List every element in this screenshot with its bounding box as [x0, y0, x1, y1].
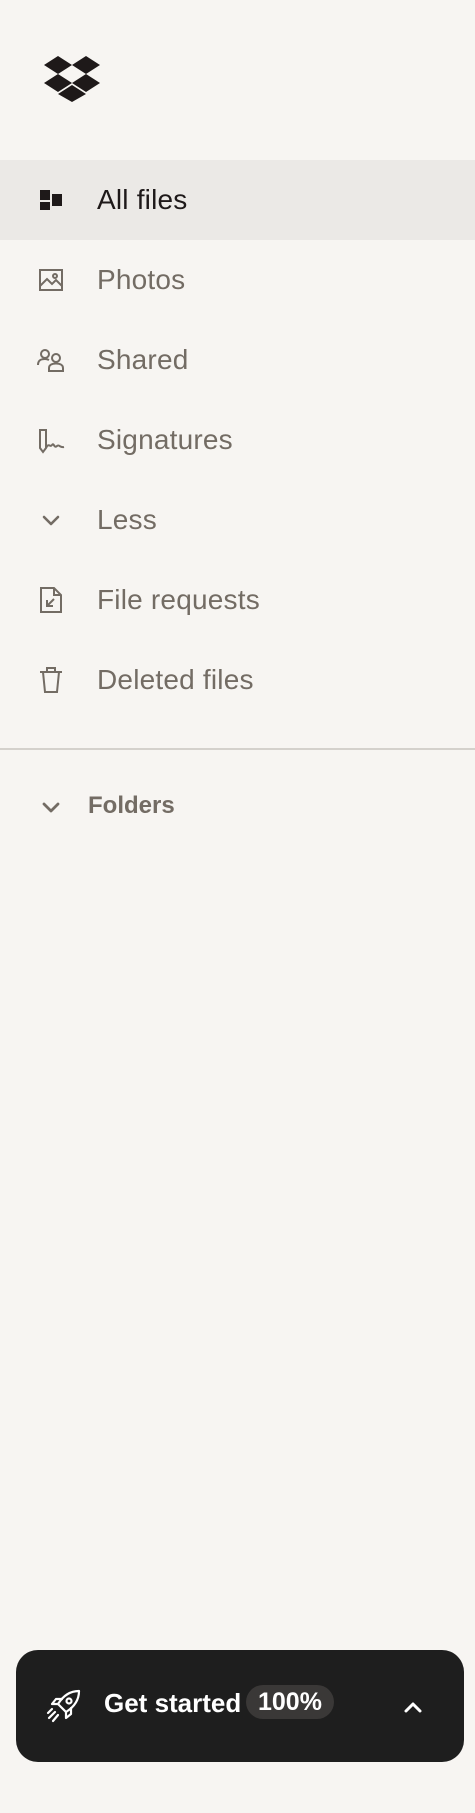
sidebar-item-file-requests[interactable]: File requests [0, 560, 475, 640]
folders-toggle[interactable]: Folders [0, 778, 475, 834]
sidebar-item-all-files[interactable]: All files [0, 160, 475, 240]
progress-badge: 100% [246, 1685, 334, 1719]
sidebar-item-label: Less [97, 504, 157, 535]
sidebar-item-label: Shared [97, 344, 189, 375]
sidebar-nav: All files Photos Shared Signatures Less … [0, 160, 475, 720]
chevron-up-icon[interactable] [398, 1692, 428, 1722]
all-files-icon [36, 186, 66, 214]
rocket-icon [46, 1688, 82, 1724]
sidebar-item-label: Photos [97, 264, 186, 295]
shared-people-icon [36, 346, 66, 374]
section-divider [0, 748, 475, 750]
sidebar-item-less[interactable]: Less [0, 480, 475, 560]
folders-label: Folders [88, 792, 175, 819]
dropbox-logo[interactable] [44, 56, 100, 102]
sidebar-item-signatures[interactable]: Signatures [0, 400, 475, 480]
chevron-down-icon [36, 506, 66, 534]
chevron-down-icon [38, 794, 64, 820]
trash-icon [36, 666, 66, 694]
sidebar-item-label: Deleted files [97, 664, 254, 695]
get-started-label: Get started [104, 1688, 242, 1718]
sidebar-item-deleted-files[interactable]: Deleted files [0, 640, 475, 720]
sidebar-item-label: Signatures [97, 424, 233, 455]
sidebar-item-label: All files [97, 184, 188, 215]
sidebar-item-label: File requests [97, 584, 260, 615]
sidebar-item-shared[interactable]: Shared [0, 320, 475, 400]
get-started-panel[interactable]: Get started 100% [16, 1650, 464, 1762]
signature-pen-icon [36, 426, 66, 454]
dropbox-logo-icon [44, 56, 100, 102]
sidebar-item-photos[interactable]: Photos [0, 240, 475, 320]
file-request-icon [36, 586, 66, 614]
photo-icon [36, 266, 66, 294]
